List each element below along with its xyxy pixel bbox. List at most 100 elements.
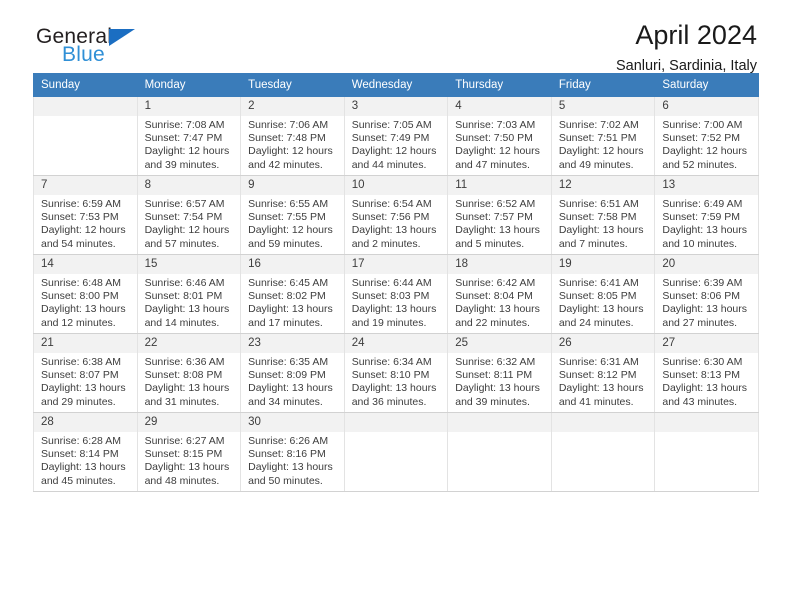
calendar-day-cell-empty: [550, 412, 656, 492]
day-number: 12: [551, 176, 655, 195]
day-detail: Sunrise: 6:28 AM Sunset: 8:14 PM Daylight:…: [34, 432, 137, 488]
daylight-text: Daylight: 12 hours and 59 minutes.: [248, 224, 333, 250]
calendar-day-cell[interactable]: 6 Sunrise: 7:00 AM Sunset: 7:52 PM Daylight…: [654, 96, 759, 176]
calendar-day-cell[interactable]: 20 Sunrise: 6:39 AM Sunset: 8:06 PM Dayligh…: [654, 254, 759, 334]
page-title: April 2024: [635, 20, 757, 50]
day-number: 13: [655, 176, 758, 195]
daylight-text: Daylight: 12 hours and 54 minutes.: [41, 224, 126, 250]
day-number: 2: [241, 97, 344, 116]
sunrise-text: Sunrise: 7:05 AM: [351, 119, 432, 131]
weekday-header-wednesday: Wednesday: [343, 73, 449, 97]
calendar-day-cell-empty: [654, 412, 759, 492]
calendar-day-cell[interactable]: 19 Sunrise: 6:41 AM Sunset: 8:05 PM Dayligh…: [550, 254, 656, 334]
general-blue-logo[interactable]: General Blue: [36, 26, 136, 65]
sunset-text: Sunset: 8:11 PM: [455, 369, 533, 382]
daylight-text: Daylight: 13 hours and 27 minutes.: [662, 303, 748, 329]
calendar-day-cell[interactable]: 28 Sunrise: 6:28 AM Sunset: 8:14 PM Dayligh…: [33, 412, 138, 492]
daylight-text: Daylight: 13 hours and 7 minutes.: [558, 224, 644, 250]
calendar-day-cell[interactable]: 26 Sunrise: 6:31 AM Sunset: 8:12 PM Dayligh…: [550, 333, 656, 413]
calendar-day-cell[interactable]: 10 Sunrise: 6:54 AM Sunset: 7:56 PM Dayligh…: [343, 175, 449, 255]
day-detail: Sunrise: 6:27 AM Sunset: 8:15 PM Daylight:…: [138, 432, 241, 488]
day-number: 1: [137, 97, 241, 116]
sunrise-text: Sunrise: 6:39 AM: [662, 277, 743, 289]
sunset-text: Sunset: 7:59 PM: [662, 211, 741, 224]
calendar-day-cell[interactable]: 13 Sunrise: 6:49 AM Sunset: 7:59 PM Dayligh…: [654, 175, 759, 255]
day-detail: Sunrise: 6:26 AM Sunset: 8:16 PM Daylight:…: [241, 432, 344, 488]
calendar-day-cell[interactable]: 24 Sunrise: 6:34 AM Sunset: 8:10 PM Dayligh…: [343, 333, 449, 413]
calendar-day-cell[interactable]: 7 Sunrise: 6:59 AM Sunset: 7:53 PM Daylight…: [33, 175, 138, 255]
page-header: General Blue April 2024 Sanluri, Sardini…: [33, 0, 759, 74]
page-subtitle: Sanluri, Sardinia, Italy: [615, 58, 757, 75]
calendar-day-cell[interactable]: 27 Sunrise: 6:30 AM Sunset: 8:13 PM Dayligh…: [654, 333, 759, 413]
calendar-day-cell[interactable]: 11 Sunrise: 6:52 AM Sunset: 7:57 PM Dayligh…: [447, 175, 552, 255]
calendar-day-cell[interactable]: 23 Sunrise: 6:35 AM Sunset: 8:09 PM Dayligh…: [240, 333, 345, 413]
calendar-week-row: 1 Sunrise: 7:08 AM Sunset: 7:47 PM Daylight…: [33, 96, 759, 176]
sunrise-text: Sunrise: 7:06 AM: [248, 119, 329, 131]
day-detail: Sunrise: 6:38 AM Sunset: 8:07 PM Daylight:…: [34, 353, 137, 409]
blue-flag-icon: [109, 29, 136, 46]
calendar-day-cell[interactable]: 16 Sunrise: 6:45 AM Sunset: 8:02 PM Dayligh…: [240, 254, 345, 334]
calendar-day-cell[interactable]: 1 Sunrise: 7:08 AM Sunset: 7:47 PM Daylight…: [136, 96, 242, 176]
day-number: 15: [137, 255, 241, 274]
sunset-text: Sunset: 7:55 PM: [248, 211, 326, 224]
sunrise-sunset-calendar: Sunday Monday Tuesday Wednesday Thursday…: [33, 73, 759, 492]
sunrise-text: Sunrise: 6:55 AM: [248, 198, 329, 210]
daylight-text: Daylight: 13 hours and 5 minutes.: [455, 224, 540, 250]
sunset-text: Sunset: 7:57 PM: [455, 211, 533, 224]
day-detail: Sunrise: 6:42 AM Sunset: 8:04 PM Daylight:…: [448, 274, 551, 330]
daylight-text: Daylight: 12 hours and 57 minutes.: [144, 224, 230, 250]
calendar-day-cell-empty: [447, 412, 552, 492]
day-detail: Sunrise: 6:35 AM Sunset: 8:09 PM Daylight:…: [241, 353, 344, 409]
day-detail: Sunrise: 6:32 AM Sunset: 8:11 PM Daylight:…: [448, 353, 551, 409]
sunrise-text: Sunrise: 6:48 AM: [41, 277, 121, 289]
sunrise-text: Sunrise: 6:45 AM: [248, 277, 329, 289]
sunset-text: Sunset: 7:58 PM: [558, 211, 637, 224]
day-number: 25: [448, 334, 551, 353]
day-number: 19: [551, 255, 655, 274]
daylight-text: Daylight: 12 hours and 44 minutes.: [351, 145, 437, 171]
sunset-text: Sunset: 7:50 PM: [455, 132, 533, 145]
calendar-day-cell[interactable]: 15 Sunrise: 6:46 AM Sunset: 8:01 PM Dayligh…: [136, 254, 242, 334]
sunrise-text: Sunrise: 6:34 AM: [351, 356, 432, 368]
day-number: 4: [448, 97, 551, 116]
calendar-day-cell[interactable]: 22 Sunrise: 6:36 AM Sunset: 8:08 PM Dayligh…: [136, 333, 242, 413]
day-number: [34, 97, 137, 116]
sunset-text: Sunset: 7:49 PM: [351, 132, 430, 145]
day-number: 26: [551, 334, 655, 353]
weekday-header-sunday: Sunday: [33, 73, 138, 97]
calendar-day-cell[interactable]: 9 Sunrise: 6:55 AM Sunset: 7:55 PM Daylight…: [240, 175, 345, 255]
daylight-text: Daylight: 13 hours and 36 minutes.: [351, 382, 437, 408]
calendar-day-cell[interactable]: 21 Sunrise: 6:38 AM Sunset: 8:07 PM Dayligh…: [33, 333, 138, 413]
sunset-text: Sunset: 8:09 PM: [248, 369, 326, 382]
sunrise-text: Sunrise: 7:08 AM: [144, 119, 225, 131]
calendar-day-cell[interactable]: 5 Sunrise: 7:02 AM Sunset: 7:51 PM Daylight…: [550, 96, 656, 176]
daylight-text: Daylight: 13 hours and 17 minutes.: [248, 303, 333, 329]
calendar-day-cell[interactable]: 17 Sunrise: 6:44 AM Sunset: 8:03 PM Dayligh…: [343, 254, 449, 334]
day-detail: Sunrise: 7:05 AM Sunset: 7:49 PM Daylight:…: [345, 116, 448, 172]
daylight-text: Daylight: 13 hours and 14 minutes.: [144, 303, 230, 329]
sunrise-text: Sunrise: 6:30 AM: [662, 356, 743, 368]
calendar-day-cell[interactable]: 30 Sunrise: 6:26 AM Sunset: 8:16 PM Dayligh…: [240, 412, 345, 492]
daylight-text: Daylight: 13 hours and 24 minutes.: [558, 303, 644, 329]
daylight-text: Daylight: 13 hours and 29 minutes.: [41, 382, 126, 408]
day-number: 17: [344, 255, 448, 274]
sunset-text: Sunset: 8:07 PM: [41, 369, 119, 382]
calendar-day-cell[interactable]: 8 Sunrise: 6:57 AM Sunset: 7:54 PM Daylight…: [136, 175, 242, 255]
calendar-day-cell[interactable]: 4 Sunrise: 7:03 AM Sunset: 7:50 PM Daylight…: [447, 96, 552, 176]
calendar-day-cell[interactable]: 14 Sunrise: 6:48 AM Sunset: 8:00 PM Dayligh…: [33, 254, 138, 334]
sunrise-text: Sunrise: 6:32 AM: [455, 356, 536, 368]
day-number: 30: [241, 413, 344, 432]
sunrise-text: Sunrise: 6:27 AM: [144, 435, 225, 447]
calendar-day-cell[interactable]: 12 Sunrise: 6:51 AM Sunset: 7:58 PM Dayligh…: [550, 175, 656, 255]
calendar-day-cell[interactable]: 18 Sunrise: 6:42 AM Sunset: 8:04 PM Dayligh…: [447, 254, 552, 334]
calendar-day-cell[interactable]: 3 Sunrise: 7:05 AM Sunset: 7:49 PM Daylight…: [343, 96, 449, 176]
calendar-week-row: 21 Sunrise: 6:38 AM Sunset: 8:07 PM Dayligh…: [33, 333, 759, 413]
calendar-day-cell[interactable]: 2 Sunrise: 7:06 AM Sunset: 7:48 PM Daylight…: [240, 96, 345, 176]
daylight-text: Daylight: 13 hours and 12 minutes.: [41, 303, 126, 329]
calendar-page: General Blue April 2024 Sanluri, Sardini…: [0, 0, 792, 612]
day-detail: Sunrise: 6:31 AM Sunset: 8:12 PM Daylight:…: [552, 353, 655, 409]
day-detail: Sunrise: 7:03 AM Sunset: 7:50 PM Daylight:…: [448, 116, 551, 172]
calendar-day-cell[interactable]: 29 Sunrise: 6:27 AM Sunset: 8:15 PM Dayligh…: [136, 412, 242, 492]
day-number: 23: [241, 334, 344, 353]
calendar-day-cell[interactable]: 25 Sunrise: 6:32 AM Sunset: 8:11 PM Dayligh…: [447, 333, 552, 413]
